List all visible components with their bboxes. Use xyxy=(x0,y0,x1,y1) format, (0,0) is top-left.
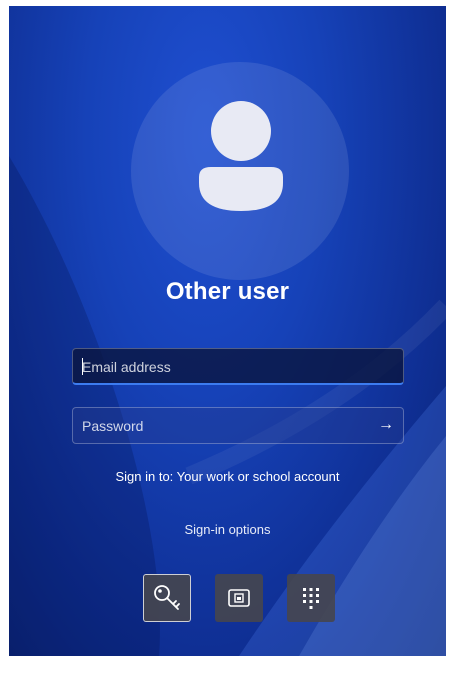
login-screen: Other user → Sign in to: Your work or sc… xyxy=(9,6,446,656)
arrow-right-icon[interactable]: → xyxy=(375,414,397,436)
person-icon xyxy=(199,101,283,211)
signin-target-text: Sign in to: Your work or school account xyxy=(115,469,340,484)
password-field-box[interactable]: → xyxy=(72,407,404,444)
key-option-button[interactable] xyxy=(143,574,191,622)
signin-options-link[interactable]: Sign-in options xyxy=(9,522,446,537)
password-input[interactable] xyxy=(73,408,363,443)
email-input[interactable] xyxy=(73,349,363,384)
pin-option-button[interactable] xyxy=(287,574,335,622)
pin-keypad-icon xyxy=(303,588,319,609)
key-icon xyxy=(154,585,180,610)
email-field-box[interactable] xyxy=(72,348,404,385)
text-cursor xyxy=(82,358,83,375)
user-avatar xyxy=(131,62,349,280)
user-name: Other user xyxy=(165,278,290,305)
mobile-device-icon xyxy=(228,589,250,607)
mobile-device-option-button[interactable] xyxy=(215,574,263,622)
